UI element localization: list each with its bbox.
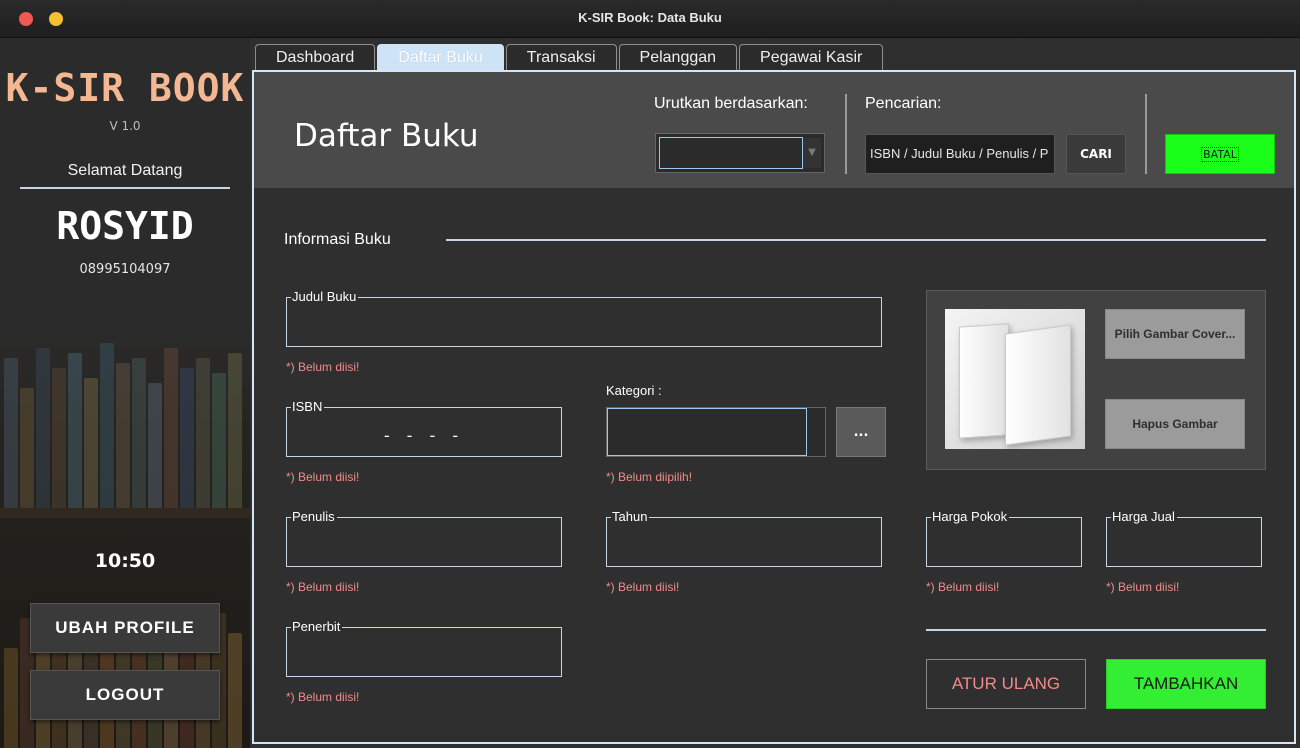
welcome-text: Selamat Datang: [20, 162, 230, 189]
header-divider: [845, 94, 847, 174]
tab-dashboard[interactable]: Dashboard: [255, 44, 376, 70]
app-version: V 1.0: [109, 119, 141, 133]
harga-pokok-label: Harga Pokok: [931, 509, 1010, 524]
tab-label: Daftar Buku: [398, 48, 483, 66]
cancel-button[interactable]: BATAL: [1165, 134, 1275, 174]
kategori-browse-button[interactable]: ...: [836, 407, 886, 457]
clock: 10:50: [94, 550, 156, 572]
tab-pelanggan[interactable]: Pelanggan: [618, 44, 738, 70]
kategori-error: *) Belum diipilih!: [606, 470, 693, 484]
page-header: Daftar Buku Urutkan berdasarkan: ▼ Penca…: [254, 72, 1294, 188]
cancel-button-label: BATAL: [1201, 146, 1239, 162]
harga-pokok-field[interactable]: Harga Pokok: [926, 510, 1082, 567]
book-shape: [1005, 324, 1071, 446]
kategori-label: Kategori :: [606, 383, 662, 398]
book-cover-image: [945, 309, 1085, 449]
add-button[interactable]: TAMBAHKAN: [1106, 659, 1266, 709]
app-logo: K-SIR BOOK: [5, 66, 245, 110]
search-button[interactable]: CARI: [1066, 134, 1126, 174]
harga-jual-field[interactable]: Harga Jual: [1106, 510, 1262, 567]
tab-bar: Dashboard Daftar Buku Transaksi Pelangga…: [255, 44, 884, 71]
tab-label: Transaksi: [526, 48, 596, 66]
title-bar: K-SIR Book: Data Buku: [0, 0, 1300, 38]
sidebar: K-SIR BOOK V 1.0 Selamat Datang ROSYID 0…: [0, 38, 250, 748]
sort-label: Urutkan berdasarkan:: [654, 95, 808, 112]
isbn-value: - - - -: [383, 426, 465, 445]
actions-divider: [926, 629, 1266, 631]
isbn-label: ISBN: [291, 399, 325, 414]
cover-panel: Pilih Gambar Cover... Hapus Gambar: [926, 290, 1266, 470]
section-title: Informasi Buku: [284, 231, 391, 248]
kategori-select-value: [607, 408, 807, 456]
tab-label: Pelanggan: [639, 48, 717, 66]
penulis-label: Penulis: [291, 509, 337, 524]
window-title: K-SIR Book: Data Buku: [578, 10, 722, 25]
user-phone: 08995104097: [79, 262, 171, 277]
judul-buku-field[interactable]: Judul Buku: [286, 290, 882, 347]
book-shape: [959, 323, 1009, 439]
bookshelf-background: [0, 338, 250, 508]
tab-daftar-buku[interactable]: Daftar Buku: [377, 44, 504, 70]
sort-select[interactable]: ▼: [655, 133, 825, 173]
section-divider: [446, 239, 1266, 241]
isbn-error: *) Belum diisi!: [286, 470, 360, 484]
harga-jual-error: *) Belum diisi!: [1106, 580, 1180, 594]
harga-pokok-error: *) Belum diisi!: [926, 580, 1000, 594]
edit-profile-button[interactable]: UBAH PROFILE: [30, 603, 220, 653]
remove-cover-button[interactable]: Hapus Gambar: [1105, 399, 1245, 449]
tahun-label: Tahun: [611, 509, 650, 524]
isbn-field[interactable]: ISBN - - - -: [286, 400, 562, 457]
tab-transaksi[interactable]: Transaksi: [505, 44, 617, 70]
page-title: Daftar Buku: [294, 118, 479, 154]
penerbit-label: Penerbit: [291, 619, 343, 634]
penerbit-field[interactable]: Penerbit: [286, 620, 562, 677]
tahun-error: *) Belum diisi!: [606, 580, 680, 594]
penulis-field[interactable]: Penulis: [286, 510, 562, 567]
header-divider: [1145, 94, 1147, 174]
chevron-down-icon[interactable]: ▼: [803, 138, 821, 168]
search-input[interactable]: ISBN / Judul Buku / Penulis / P: [865, 134, 1055, 174]
main-panel: Daftar Buku Urutkan berdasarkan: ▼ Penca…: [252, 70, 1296, 744]
tab-label: Dashboard: [276, 48, 355, 66]
penulis-error: *) Belum diisi!: [286, 580, 360, 594]
choose-cover-button[interactable]: Pilih Gambar Cover...: [1105, 309, 1245, 359]
judul-buku-error: *) Belum diisi!: [286, 360, 360, 374]
judul-buku-label: Judul Buku: [291, 289, 359, 304]
user-name: ROSYID: [56, 204, 194, 248]
logout-button[interactable]: LOGOUT: [30, 670, 220, 720]
sort-select-value: [659, 137, 803, 169]
reset-button[interactable]: ATUR ULANG: [926, 659, 1086, 709]
search-label: Pencarian:: [865, 95, 942, 112]
tahun-field[interactable]: Tahun: [606, 510, 882, 567]
kategori-select[interactable]: [606, 407, 826, 457]
shelf-divider: [0, 508, 250, 518]
app-window: K-SIR Book: Data Buku K-SIR BOOK V 1.0 S…: [0, 0, 1300, 748]
harga-jual-label: Harga Jual: [1111, 509, 1177, 524]
tab-label: Pegawai Kasir: [760, 48, 863, 66]
tab-pegawai-kasir[interactable]: Pegawai Kasir: [739, 44, 884, 70]
penerbit-error: *) Belum diisi!: [286, 690, 360, 704]
